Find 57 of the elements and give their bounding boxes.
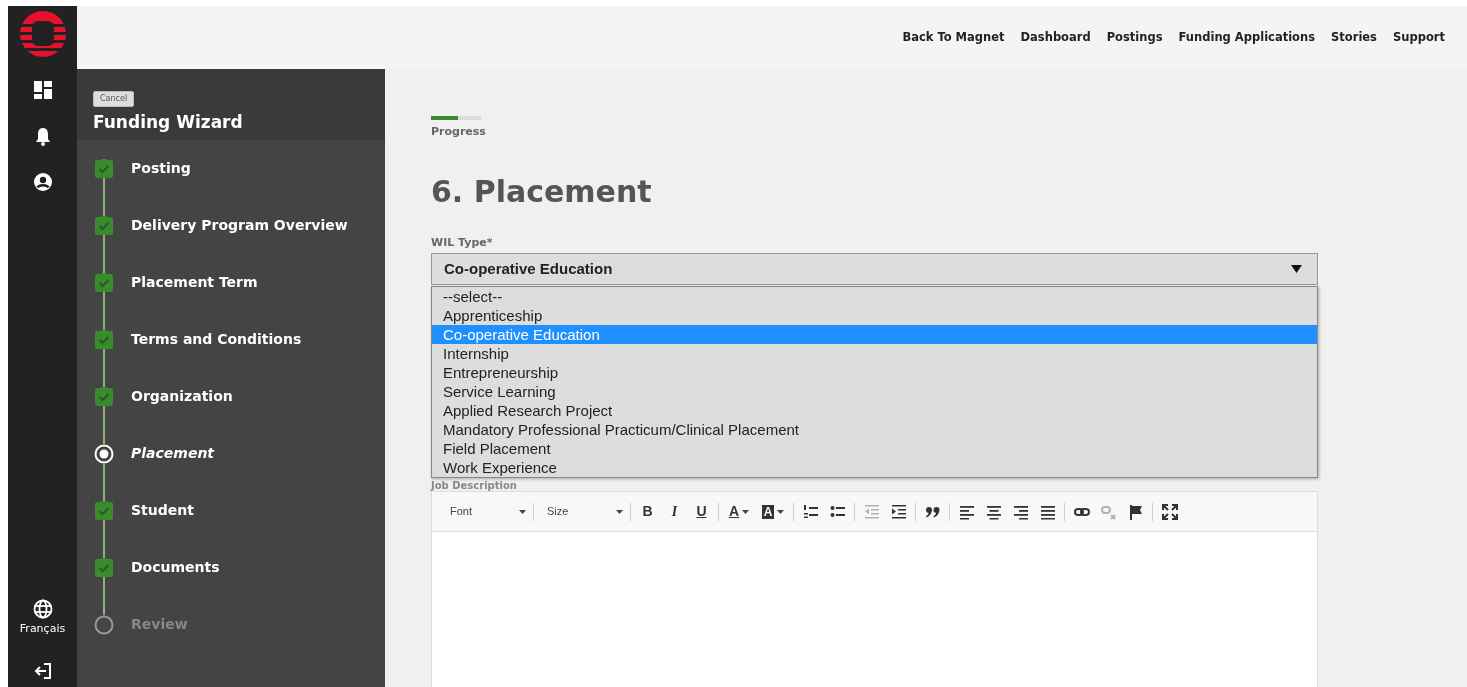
wizard-step[interactable]: Documents <box>131 539 220 596</box>
dashboard-icon[interactable] <box>32 80 53 100</box>
nav-link[interactable]: Postings <box>1106 28 1163 47</box>
dropdown-option[interactable]: --select-- <box>432 287 1317 306</box>
caret-icon <box>742 509 750 514</box>
dropdown-option[interactable]: Service Learning <box>432 382 1317 401</box>
dropdown-option[interactable]: Apprenticeship <box>432 306 1317 325</box>
dropdown-option[interactable]: Work Experience <box>432 458 1317 477</box>
background-color-button[interactable]: A <box>756 499 790 524</box>
italic-button[interactable]: I <box>661 499 688 524</box>
toolbar-dropdown[interactable]: Font <box>440 503 530 520</box>
logo-icon[interactable] <box>18 10 67 58</box>
progress-label: Progress <box>431 124 487 140</box>
align-center-icon[interactable] <box>985 503 1002 520</box>
caret-icon <box>777 509 785 514</box>
indent-icon[interactable] <box>890 503 907 520</box>
wizard-step[interactable]: Terms and Conditions <box>131 311 302 368</box>
wizard-step[interactable]: Placement <box>131 425 215 482</box>
dropdown-option[interactable]: Entrepreneurship <box>432 363 1317 382</box>
bulleted-list-icon[interactable] <box>829 503 846 520</box>
nav-link[interactable]: Back To Magnet <box>902 28 1005 47</box>
text-color-button[interactable]: A <box>722 499 756 524</box>
dropdown-arrow-icon <box>1291 265 1302 273</box>
dropdown-option[interactable]: Field Placement <box>432 439 1317 458</box>
wizard-step[interactable]: Placement Term <box>131 254 258 311</box>
nav-link[interactable]: Support <box>1393 28 1445 47</box>
nav-link[interactable]: Dashboard <box>1020 28 1091 47</box>
numbered-list-icon[interactable] <box>802 503 819 520</box>
underline-button[interactable]: U <box>688 499 715 524</box>
align-right-icon[interactable] <box>1012 503 1029 520</box>
account-icon[interactable] <box>32 172 53 192</box>
field-label: WIL Type* <box>431 234 494 251</box>
wizard-step[interactable]: Student <box>131 482 194 539</box>
language-link[interactable]: Français <box>19 620 66 637</box>
wizard-title: Funding Wizard <box>93 111 244 134</box>
wil-type-select[interactable]: Co-operative Education <box>431 253 1318 285</box>
caret-icon <box>519 509 526 514</box>
flag-icon[interactable] <box>1127 503 1144 520</box>
dropdown-option[interactable]: Mandatory Professional Practicum/Clinical Placement <box>432 420 1317 439</box>
caret-icon <box>616 509 623 514</box>
wizard-step[interactable]: Posting <box>131 140 191 197</box>
toolbar-dropdown[interactable]: Size <box>537 503 627 520</box>
align-left-icon[interactable] <box>958 503 975 520</box>
wizard-step[interactable]: Delivery Program Overview <box>131 197 348 254</box>
maximize-icon[interactable] <box>1161 503 1178 520</box>
justify-icon[interactable] <box>1039 503 1056 520</box>
nav-link[interactable]: Stories <box>1331 28 1377 47</box>
field-label: Job Description <box>431 480 518 491</box>
sign-out-icon[interactable] <box>32 661 53 681</box>
wizard-step[interactable]: Organization <box>131 368 233 425</box>
nav-link[interactable]: Funding Applications <box>1178 28 1316 47</box>
page-heading: 6. Placement <box>431 172 653 211</box>
globe-icon[interactable] <box>32 598 53 619</box>
dropdown-option[interactable]: Internship <box>432 344 1317 363</box>
cancel-button[interactable]: Cancel <box>93 91 135 107</box>
dropdown-option[interactable]: Applied Research Project <box>432 401 1317 420</box>
bold-button[interactable]: B <box>634 499 661 524</box>
